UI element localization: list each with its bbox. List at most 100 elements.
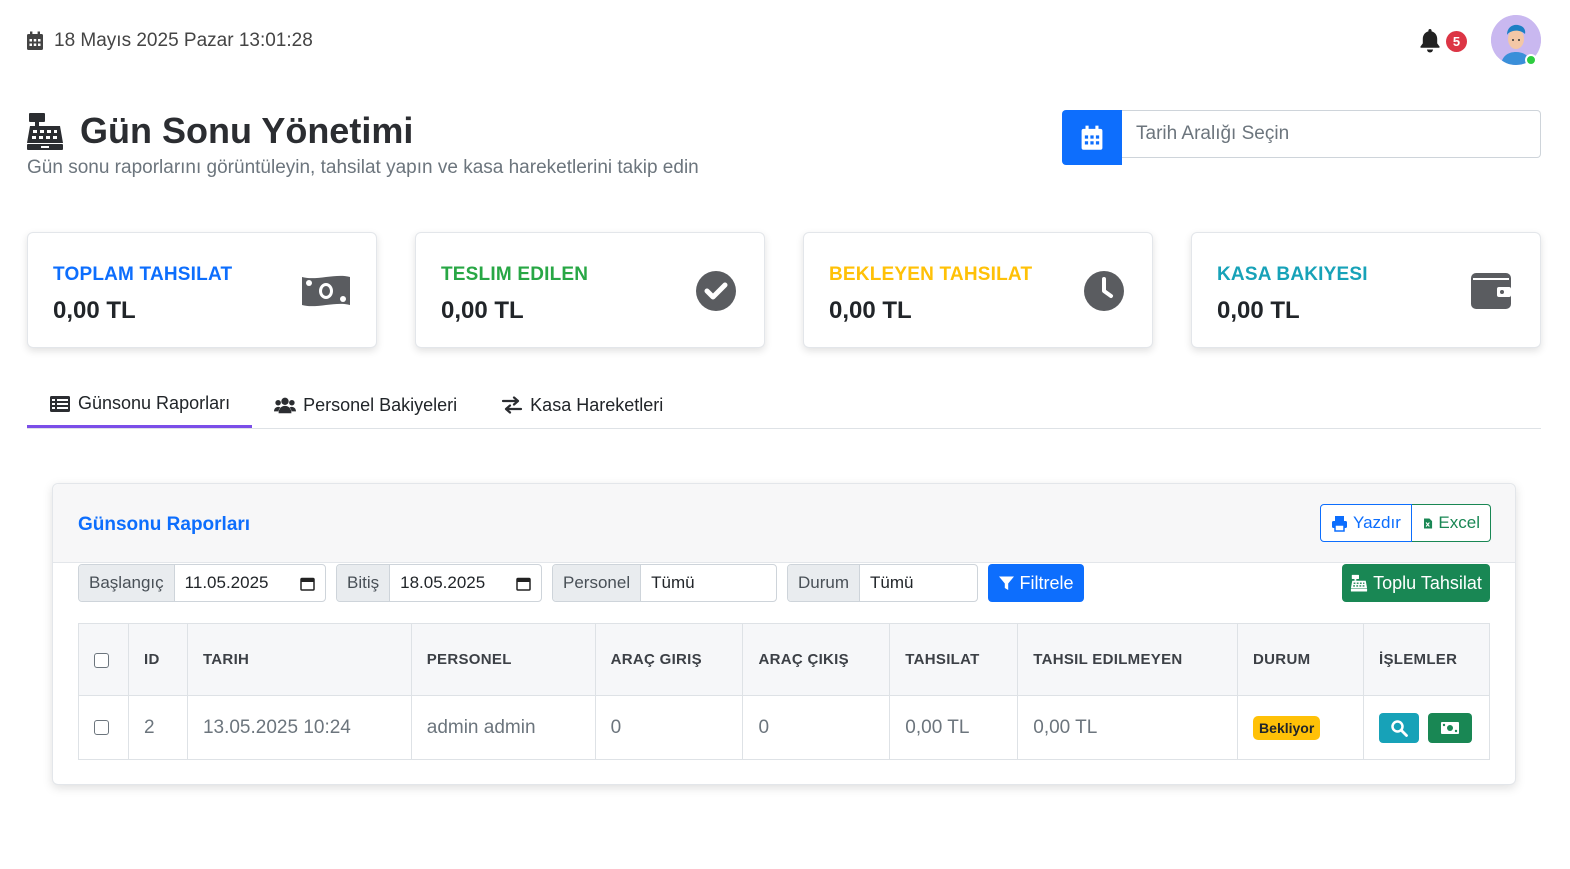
cell-id: 2 — [127, 695, 188, 760]
tab-personnel-balances[interactable]: Personel Bakiyeleri — [252, 382, 479, 428]
start-date-input[interactable]: 11.05.2025 — [175, 565, 325, 601]
table-row: 2 13.05.2025 10:24 admin admin 0 0 0,00 … — [78, 695, 1491, 760]
start-date-filter[interactable]: Başlangıç 11.05.2025 — [78, 564, 326, 602]
print-label: Yazdır — [1353, 513, 1401, 532]
row-select-cell — [78, 695, 129, 760]
personnel-select[interactable]: Tümü — [641, 565, 776, 601]
print-icon — [1332, 515, 1347, 532]
cash-register-icon — [27, 113, 63, 150]
calendar-icon — [1081, 125, 1103, 150]
cell-vehicle-in: 0 — [594, 695, 744, 760]
status-select[interactable]: Tümü — [860, 565, 977, 601]
stat-value: 0,00 TL — [829, 297, 912, 324]
calendar-icon[interactable] — [516, 576, 531, 591]
clock-icon — [1084, 271, 1124, 311]
cell-vehicle-out: 0 — [742, 695, 891, 760]
row-checkbox[interactable] — [94, 719, 109, 735]
header-collected: TAHSILAT — [889, 623, 1019, 696]
exchange-icon — [502, 396, 523, 414]
excel-label: Excel — [1438, 513, 1480, 532]
panel-title: Günsonu Raporları — [78, 514, 251, 535]
tab-bar: Günsonu Raporları Personel Bakiyeleri Ka… — [27, 382, 1541, 429]
start-date-label: Başlangıç — [79, 565, 175, 601]
page-heading: Gün Sonu Yönetimi — [80, 110, 414, 151]
money-bill-icon — [302, 275, 350, 307]
datetime-text: 18 Mayıs 2025 Pazar 13:01:28 — [54, 30, 313, 51]
cell-status: Bekliyor — [1237, 695, 1364, 760]
stat-value: 0,00 TL — [1217, 297, 1300, 324]
stat-value: 0,00 TL — [53, 297, 136, 324]
status-filter[interactable]: Durum Tümü — [787, 564, 978, 602]
tab-cash-movements[interactable]: Kasa Hareketleri — [479, 382, 685, 428]
stat-label: BEKLEYEN TAHSILAT — [829, 264, 1033, 285]
online-status-dot — [1525, 54, 1537, 66]
header-personnel: PERSONEL — [410, 623, 596, 696]
select-all-checkbox[interactable] — [94, 652, 109, 668]
notification-badge: 5 — [1446, 31, 1467, 52]
export-button-group: Yazdır Excel — [1320, 504, 1491, 542]
datetime-display: 18 Mayıs 2025 Pazar 13:01:28 — [26, 30, 313, 52]
panel-header: Günsonu Raporları Yazdır Excel — [53, 484, 1515, 563]
bulk-collection-button[interactable]: Toplu Tahsilat — [1342, 564, 1490, 602]
cell-actions — [1362, 695, 1491, 760]
collect-button[interactable] — [1428, 712, 1473, 743]
stat-card-pending: BEKLEYEN TAHSILAT 0,00 TL — [803, 232, 1153, 348]
header-vehicle-out: ARAÇ ÇIKIŞ — [742, 623, 891, 696]
topbar: 18 Mayıs 2025 Pazar 13:01:28 5 — [0, 0, 1570, 82]
stat-label: TESLIM EDILEN — [441, 264, 589, 285]
money-bill-icon — [1441, 721, 1460, 734]
filter-button-label: Filtrele — [1019, 572, 1074, 593]
filter-icon — [999, 576, 1015, 590]
end-date-input[interactable]: 18.05.2025 — [390, 565, 541, 601]
stat-card-total-collection: TOPLAM TAHSILAT 0,00 TL — [27, 232, 377, 348]
stat-card-delivered: TESLIM EDILEN 0,00 TL — [415, 232, 765, 348]
print-button[interactable]: Yazdır — [1320, 504, 1412, 542]
stat-value: 0,00 TL — [441, 297, 524, 324]
personnel-filter[interactable]: Personel Tümü — [552, 564, 777, 602]
bulk-collection-label: Toplu Tahsilat — [1373, 572, 1482, 593]
date-range-button[interactable] — [1062, 110, 1122, 165]
date-range-picker[interactable] — [1062, 110, 1541, 165]
header-vehicle-in: ARAÇ GIRIŞ — [594, 623, 744, 696]
calendar-icon — [27, 31, 43, 50]
stat-label: KASA BAKIYESI — [1217, 264, 1368, 285]
view-button[interactable] — [1378, 712, 1419, 743]
list-icon — [50, 395, 70, 412]
date-range-input[interactable] — [1122, 110, 1541, 158]
cash-register-icon — [1351, 574, 1368, 592]
header-status: DURUM — [1237, 623, 1364, 696]
cell-collected: 0,00 TL — [889, 695, 1019, 760]
end-date-filter[interactable]: Bitiş 18.05.2025 — [336, 564, 542, 602]
filter-button[interactable]: Filtrele — [988, 564, 1084, 602]
tab-daily-reports[interactable]: Günsonu Raporları — [27, 382, 253, 428]
status-badge: Bekliyor — [1253, 715, 1321, 740]
reports-table: ID TARIH PERSONEL ARAÇ GIRIŞ ARAÇ ÇIKIŞ … — [78, 623, 1491, 760]
tab-label: Günsonu Raporları — [78, 393, 231, 413]
header-uncollected: TAHSIL EDILMEYEN — [1017, 623, 1239, 696]
cell-date: 13.05.2025 10:24 — [186, 695, 412, 760]
excel-button[interactable]: Excel — [1412, 504, 1491, 542]
header-date: TARIH — [186, 623, 412, 696]
users-icon — [274, 397, 297, 414]
tab-label: Personel Bakiyeleri — [303, 394, 458, 415]
daily-reports-panel: Günsonu Raporları Yazdır Excel Başlangıç… — [52, 483, 1516, 785]
stat-card-cash-balance: KASA BAKIYESI 0,00 TL — [1191, 232, 1541, 348]
cell-uncollected: 0,00 TL — [1017, 695, 1239, 760]
header-select-all — [78, 623, 129, 696]
tab-label: Kasa Hareketleri — [530, 394, 664, 415]
cell-personnel: admin admin — [410, 695, 596, 760]
status-label: Durum — [788, 565, 861, 601]
end-date-label: Bitiş — [337, 565, 391, 601]
page-subtitle: Gün sonu raporlarını görüntüleyin, tahsi… — [27, 157, 699, 178]
page-title: Gün Sonu Yönetimi — [26, 110, 413, 152]
header-id: ID — [127, 623, 188, 696]
start-date-value: 11.05.2025 — [184, 573, 269, 592]
header-actions: İŞLEMLER — [1362, 623, 1491, 696]
check-circle-icon — [696, 271, 736, 311]
table-header-row: ID TARIH PERSONEL ARAÇ GIRIŞ ARAÇ ÇIKIŞ … — [78, 623, 1491, 696]
personnel-label: Personel — [553, 565, 642, 601]
stat-label: TOPLAM TAHSILAT — [53, 264, 233, 285]
calendar-icon[interactable] — [300, 576, 315, 591]
bell-icon[interactable] — [1417, 27, 1443, 53]
end-date-value: 18.05.2025 — [400, 573, 486, 592]
